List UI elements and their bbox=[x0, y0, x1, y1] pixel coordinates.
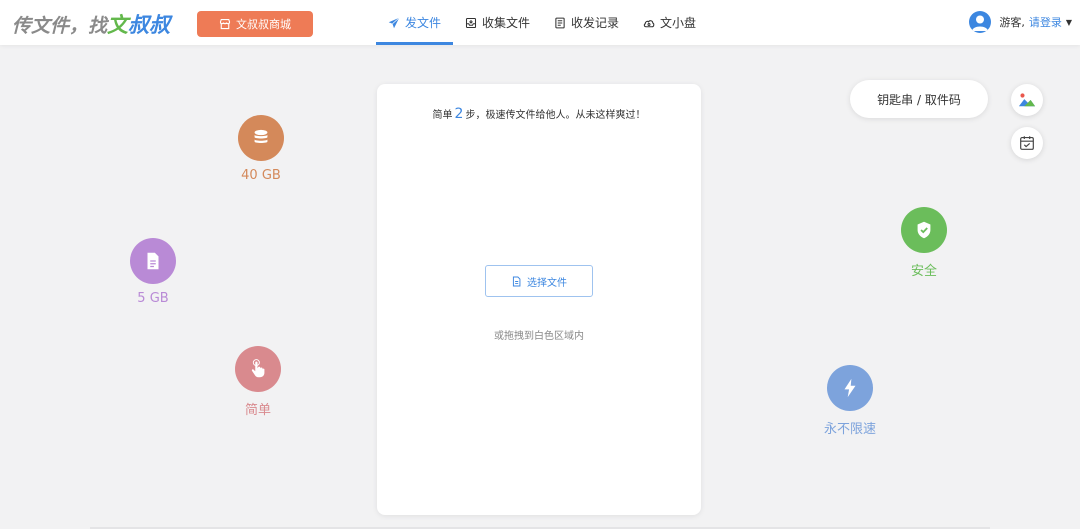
tagline-before: 简单 bbox=[432, 110, 453, 121]
feature-5gb-label: 5 GB bbox=[137, 291, 169, 306]
feature-40gb-label: 40 GB bbox=[241, 168, 281, 183]
feature-simple: 简单 bbox=[213, 346, 303, 418]
tab-records[interactable]: 收发记录 bbox=[542, 0, 631, 45]
tab-collect-file[interactable]: 收集文件 bbox=[453, 0, 542, 45]
guest-label: 游客, bbox=[999, 16, 1025, 29]
image-icon bbox=[1018, 93, 1036, 107]
record-list-icon bbox=[555, 17, 565, 28]
database-icon bbox=[238, 115, 284, 161]
tab-mini-drive-label: 文小盘 bbox=[660, 16, 697, 30]
inbox-icon bbox=[465, 17, 477, 28]
shop-icon bbox=[219, 18, 231, 30]
choose-file-button[interactable]: 选择文件 bbox=[485, 265, 593, 297]
tagline-number: 2 bbox=[454, 106, 464, 122]
feature-simple-label: 简单 bbox=[244, 403, 271, 418]
logo-text-1: 传文件，找 bbox=[12, 15, 108, 37]
tab-send-file-label: 发文件 bbox=[405, 16, 442, 30]
feature-secure-label: 安全 bbox=[910, 264, 937, 279]
tagline-after: 步，极速传文件给他人。从未这样爽过！ bbox=[465, 110, 646, 121]
user-menu-caret-icon[interactable]: ▼ bbox=[1066, 18, 1072, 27]
tagline: 简单 2 步，极速传文件给他人。从未这样爽过！ bbox=[377, 106, 701, 122]
avatar[interactable] bbox=[969, 11, 992, 33]
feature-5gb: 5 GB bbox=[108, 238, 198, 306]
login-link[interactable]: 请登录 bbox=[1029, 14, 1062, 30]
pickup-code-label: 钥匙串 / 取件码 bbox=[877, 92, 961, 107]
pointer-hand-icon bbox=[235, 346, 281, 392]
feature-unlimited-speed: 永不限速 bbox=[805, 365, 895, 437]
shop-button[interactable]: 文叔叔商城 bbox=[197, 11, 313, 37]
user-area: 游客, 请登录 ▼ bbox=[969, 11, 1072, 33]
logo-text-2: 文 bbox=[107, 13, 129, 37]
calendar-check-icon bbox=[1020, 136, 1034, 150]
tab-send-file[interactable]: 发文件 bbox=[376, 0, 454, 45]
tab-mini-drive[interactable]: 文小盘 bbox=[631, 0, 708, 45]
document-icon bbox=[130, 238, 176, 284]
choose-file-label: 选择文件 bbox=[527, 277, 567, 289]
logo-text-3: 叔叔 bbox=[128, 13, 171, 37]
top-header: 传文件，找文叔叔 文叔叔商城 发文件 收集文件 收发记录 文小盘 游客, 请登录… bbox=[0, 0, 1080, 45]
feature-unlimited-speed-label: 永不限速 bbox=[823, 422, 876, 437]
calendar-button[interactable] bbox=[1011, 127, 1043, 159]
cloud-drive-icon bbox=[643, 19, 655, 27]
user-icon bbox=[972, 15, 989, 31]
upload-drop-zone[interactable]: 简单 2 步，极速传文件给他人。从未这样爽过！ 选择文件 或拖拽到白色区域内 bbox=[377, 84, 701, 515]
main-nav: 发文件 收集文件 收发记录 文小盘 bbox=[376, 0, 708, 45]
logo[interactable]: 传文件，找文叔叔 bbox=[12, 9, 170, 39]
file-icon bbox=[512, 276, 521, 286]
pickup-code-button[interactable]: 钥匙串 / 取件码 bbox=[850, 80, 988, 118]
shop-button-label: 文叔叔商城 bbox=[236, 18, 291, 31]
tab-collect-file-label: 收集文件 bbox=[482, 16, 531, 30]
paper-plane-icon bbox=[388, 16, 400, 28]
shield-check-icon bbox=[901, 207, 947, 253]
background-image-button[interactable] bbox=[1011, 84, 1043, 116]
feature-40gb: 40 GB bbox=[216, 115, 306, 183]
lightning-icon bbox=[827, 365, 873, 411]
drag-hint: 或拖拽到白色区域内 bbox=[494, 331, 584, 342]
feature-secure: 安全 bbox=[879, 207, 969, 279]
tab-records-label: 收发记录 bbox=[571, 16, 620, 30]
